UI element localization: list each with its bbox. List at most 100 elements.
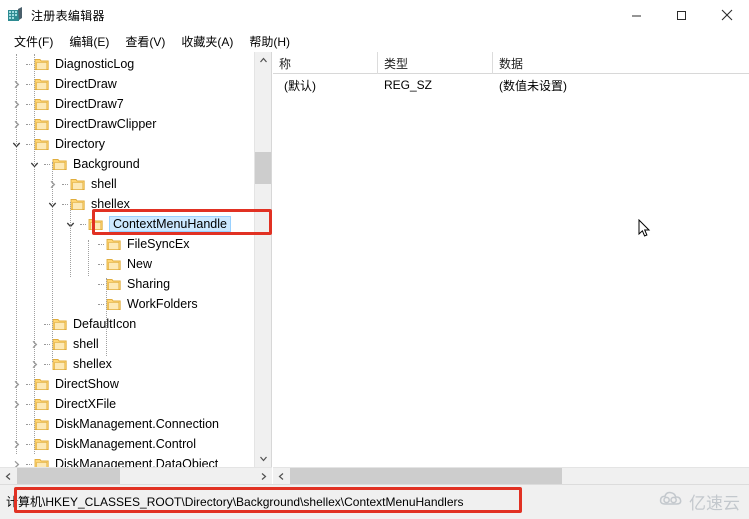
folder-icon: [34, 397, 50, 411]
tree-node[interactable]: Directory: [0, 134, 255, 154]
tree-node-label: shell: [73, 337, 99, 351]
folder-icon: [34, 437, 50, 451]
tree-node[interactable]: DefaultIcon: [0, 314, 255, 334]
tree-node-label: Sharing: [127, 277, 171, 291]
folder-icon: [106, 237, 122, 251]
registry-values-pane[interactable]: 称 类型 数据 (默认) REG_SZ (数值未设置): [273, 52, 749, 467]
tree-node[interactable]: DiagnosticLog: [0, 54, 255, 74]
tree-hscroll-thumb[interactable]: [17, 468, 120, 485]
table-row[interactable]: (默认) REG_SZ (数值未设置): [273, 74, 749, 96]
close-icon[interactable]: [704, 0, 749, 30]
tree-node[interactable]: New: [0, 254, 255, 274]
tree-node[interactable]: DirectShow: [0, 374, 255, 394]
tree-guide-line: [34, 54, 35, 454]
column-header-name[interactable]: 称: [273, 52, 378, 74]
menu-item-help[interactable]: 帮助(H): [241, 31, 298, 52]
tree-node[interactable]: DiskManagement.Control: [0, 434, 255, 454]
scroll-left-icon[interactable]: [0, 468, 17, 485]
tree-connector: [24, 434, 34, 454]
tree-node-label: shellex: [73, 357, 112, 371]
folder-icon: [52, 317, 68, 331]
regedit-icon: [6, 6, 24, 24]
list-horizontal-scrollbar[interactable]: [273, 467, 749, 485]
tree-node[interactable]: Background: [0, 154, 255, 174]
tree-connector: [60, 174, 70, 194]
tree-connector: [42, 154, 52, 174]
tree-node[interactable]: DirectXFile: [0, 394, 255, 414]
folder-icon: [34, 137, 50, 151]
folder-icon: [34, 77, 50, 91]
tree-node-selected[interactable]: ContextMenuHandle: [0, 214, 255, 234]
tree-node[interactable]: shellex: [0, 194, 255, 214]
folder-icon: [70, 177, 86, 191]
twisty-placeholder: [80, 274, 96, 294]
registry-path-text: 计算机\HKEY_CLASSES_ROOT\Directory\Backgrou…: [6, 495, 464, 509]
watermark: 亿速云: [659, 489, 740, 514]
registry-tree-pane[interactable]: DiagnosticLog DirectDraw DirectDraw7 Direct…: [0, 52, 272, 467]
tree-horizontal-scrollbar[interactable]: [0, 467, 272, 485]
tree-node[interactable]: DiskManagement.Connection: [0, 414, 255, 434]
folder-icon: [34, 97, 50, 111]
watermark-text: 亿速云: [689, 494, 740, 514]
value-data-cell: (数值未设置): [499, 78, 567, 93]
twisty-placeholder: [80, 294, 96, 314]
list-scroll-left-icon[interactable]: [273, 468, 290, 485]
folder-icon: [34, 417, 50, 431]
tree-node-label: DirectXFile: [55, 397, 117, 411]
tree-node[interactable]: shell: [0, 174, 255, 194]
tree-node[interactable]: DiskManagement.DataObject: [0, 454, 255, 467]
tree-node-label: DiskManagement.Connection: [55, 417, 219, 431]
tree-guide-line: [106, 278, 107, 356]
scroll-up-icon[interactable]: [255, 52, 271, 69]
tree-connector: [24, 454, 34, 467]
tree-node-label: shellex: [91, 197, 130, 211]
values-column-header: 称 类型 数据: [273, 52, 749, 74]
chevron-right-icon[interactable]: [8, 454, 24, 467]
value-name-cell: (默认): [273, 77, 378, 94]
maximize-icon[interactable]: [659, 0, 704, 30]
scroll-down-icon[interactable]: [255, 450, 271, 467]
tree-node[interactable]: DirectDraw: [0, 74, 255, 94]
value-type-cell: REG_SZ: [384, 78, 433, 92]
tree-vertical-scrollbar[interactable]: [254, 52, 271, 467]
tree-connector: [60, 194, 70, 214]
tree-node-label: DirectDraw7: [55, 97, 124, 111]
tree-connector: [42, 314, 52, 334]
tree-guide-line: [70, 202, 71, 277]
tree-node-label: FileSyncEx: [127, 237, 190, 251]
list-hscroll-thumb[interactable]: [290, 468, 562, 485]
value-name-text: (默认): [284, 78, 316, 93]
column-header-type[interactable]: 类型: [378, 52, 493, 74]
tree-node-label: shell: [91, 177, 117, 191]
tree-connector: [24, 114, 34, 134]
tree-node[interactable]: DirectDrawClipper: [0, 114, 255, 134]
menu-item-favorites[interactable]: 收藏夹(A): [173, 31, 241, 52]
tree-connector: [96, 274, 106, 294]
tree-node[interactable]: shell: [0, 334, 255, 354]
menu-item-file[interactable]: 文件(F): [6, 31, 61, 52]
tree-node[interactable]: shellex: [0, 354, 255, 374]
window-controls: [614, 0, 749, 30]
tree-connector: [42, 354, 52, 374]
tree-connector: [24, 134, 34, 154]
column-header-data[interactable]: 数据: [493, 52, 745, 74]
minimize-icon[interactable]: [614, 0, 659, 30]
tree-node[interactable]: DirectDraw7: [0, 94, 255, 114]
tree-connector: [24, 374, 34, 394]
registry-tree[interactable]: DiagnosticLog DirectDraw DirectDraw7 Direct…: [0, 52, 255, 467]
tree-node[interactable]: WorkFolders: [0, 294, 255, 314]
menu-item-edit[interactable]: 编辑(E): [61, 31, 117, 52]
tree-connector: [78, 214, 88, 234]
tree-guide-line: [52, 162, 53, 362]
tree-scrollbar-thumb[interactable]: [255, 152, 271, 184]
tree-node-label: DiskManagement.Control: [55, 437, 197, 451]
scroll-right-icon[interactable]: [255, 468, 272, 485]
tree-node[interactable]: Sharing: [0, 274, 255, 294]
tree-node[interactable]: FileSyncEx: [0, 234, 255, 254]
tree-node-label: DiskManagement.DataObject: [55, 457, 219, 467]
folder-icon: [106, 277, 122, 291]
tree-connector: [24, 414, 34, 434]
tree-node-label: Background: [73, 157, 140, 171]
menu-item-view[interactable]: 查看(V): [117, 31, 173, 52]
tree-node-label: DiagnosticLog: [55, 57, 135, 71]
